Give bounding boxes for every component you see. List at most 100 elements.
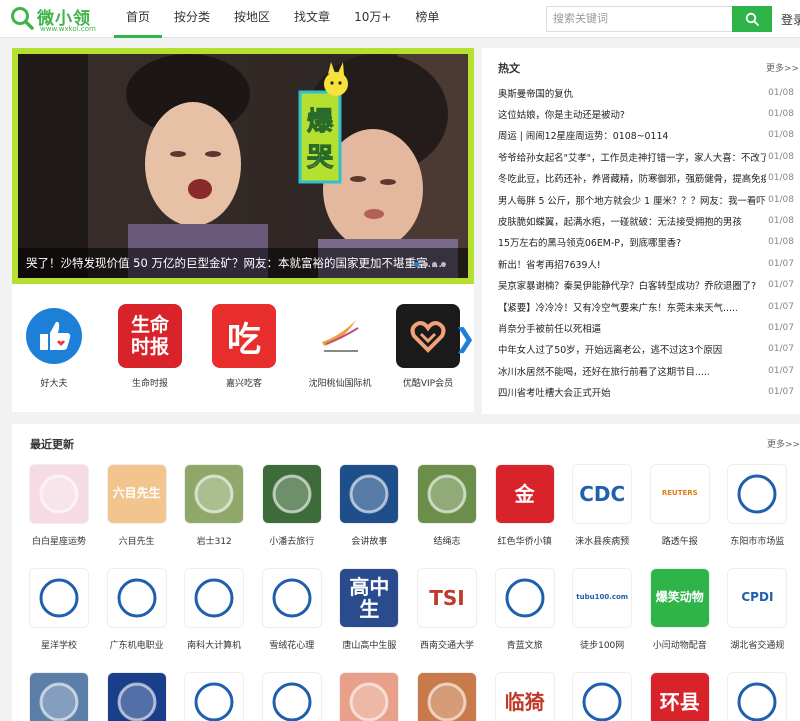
account-item[interactable]: 小潘去旅行 bbox=[253, 464, 331, 547]
account-item[interactable]: 生命时报 生命时报 bbox=[110, 304, 190, 389]
list-item[interactable]: 【紧要】冷冷冷！又有冷空气要来广东！东莞未来天气..... 01/07 bbox=[498, 296, 794, 317]
list-item[interactable]: 周运 | 闹闹12星座周运势：0108~0114 01/08 bbox=[498, 125, 794, 146]
featured-card: 爆 哭 哭了！沙特发现价值 50 万亿的巨型金矿？网友：本就富裕的国家更加不堪重… bbox=[12, 48, 476, 412]
carousel-dot[interactable] bbox=[414, 262, 419, 267]
nav-region[interactable]: 按地区 bbox=[222, 0, 282, 38]
account-item[interactable]: 吃 嘉兴吃客 bbox=[204, 304, 284, 389]
account-name: 南科大计算机 bbox=[187, 641, 242, 651]
interior-photo bbox=[417, 672, 477, 721]
list-item[interactable]: 中年女人过了50岁，开始远离老公，逃不过这3个原因 01/07 bbox=[498, 339, 794, 360]
nav-ranking[interactable]: 榜单 bbox=[403, 0, 451, 38]
account-item[interactable] bbox=[98, 672, 176, 721]
account-item[interactable] bbox=[718, 672, 796, 721]
thumbs-up-icon bbox=[22, 304, 86, 368]
account-item[interactable]: CPDI 湖北省交通规 bbox=[718, 568, 796, 651]
list-item[interactable]: 冬吃此豆，比药还补，养肾藏精，防寒御邪，强筋健骨，提高免疫力 01/08 bbox=[498, 168, 794, 189]
account-item[interactable]: 结绳志 bbox=[408, 464, 486, 547]
circle-logo bbox=[494, 568, 555, 628]
account-item[interactable]: 南科大计算机 bbox=[175, 568, 253, 651]
logo-text: 高中生 bbox=[349, 575, 390, 621]
account-item[interactable]: 星洋学校 bbox=[20, 568, 98, 651]
search-button[interactable] bbox=[732, 6, 772, 32]
login-link[interactable]: 登录 bbox=[781, 11, 800, 28]
account-item[interactable]: 岩士312 bbox=[175, 464, 253, 547]
account-item[interactable]: 白白星座运势 bbox=[20, 464, 98, 547]
account-item[interactable] bbox=[408, 672, 486, 721]
list-item[interactable]: 皮肤脆如蝶翼，起满水疱，一碰就破：无法接受拥抱的男孩 01/08 bbox=[498, 210, 794, 231]
account-item[interactable] bbox=[563, 672, 641, 721]
carousel-dot[interactable] bbox=[432, 262, 437, 267]
nav-100k[interactable]: 10万+ bbox=[342, 0, 403, 38]
school-emblem bbox=[29, 568, 89, 628]
account-name: 六目先生 bbox=[118, 537, 155, 547]
nav-home[interactable]: 首页 bbox=[114, 0, 163, 38]
account-item[interactable] bbox=[175, 672, 253, 721]
list-item[interactable]: 吴京家暴谢楠？秦昊伊能静代孕？白客转型成功？乔欣退圈了? 01/07 bbox=[498, 275, 794, 296]
account-item[interactable]: 临猗 bbox=[486, 672, 564, 721]
account-item[interactable]: 广东机电职业 bbox=[98, 568, 176, 651]
account-name: 小闫动物配音 bbox=[652, 641, 707, 651]
list-item[interactable]: 冰川水居然不能喝，还好在旅行前看了这期节目..... 01/07 bbox=[498, 360, 794, 381]
ff-logo bbox=[184, 672, 245, 721]
logo-text: TSI bbox=[429, 586, 465, 610]
account-item[interactable]: 青蓝文旅 bbox=[486, 568, 564, 651]
account-item[interactable]: 环县 bbox=[641, 672, 719, 721]
list-item[interactable]: 肖奈分手被前任以死相逼 01/07 bbox=[498, 317, 794, 338]
red-card-logo: 临猗 bbox=[494, 672, 555, 721]
account-item[interactable]: 会讲故事 bbox=[330, 464, 408, 547]
hot-more-link[interactable]: 更多>> bbox=[766, 61, 799, 74]
account-item[interactable]: 金红色华侨小镇 bbox=[486, 464, 564, 547]
carousel-dot[interactable] bbox=[423, 262, 428, 267]
account-item[interactable] bbox=[253, 672, 331, 721]
account-item[interactable]: 雪绒花心理 bbox=[253, 568, 331, 651]
account-name: 小潘去旅行 bbox=[269, 537, 315, 547]
list-item[interactable]: 这位姑娘，你是主动还是被动? 01/08 bbox=[498, 103, 794, 124]
account-name: 东阳市市场监 bbox=[730, 537, 785, 547]
banner-carousel[interactable]: 爆 哭 哭了！沙特发现价值 50 万亿的巨型金矿？网友：本就富裕的国家更加不堪重… bbox=[12, 48, 474, 284]
list-item[interactable]: 爷爷给孙女起名"艾孝"，工作员走神打错一字，家人大喜：不改了 01/08 bbox=[498, 146, 794, 167]
red-seal-logo: 金 bbox=[494, 464, 555, 524]
main-nav: 首页 按分类 按地区 找文章 10万+ 榜单 bbox=[114, 0, 451, 38]
logo-text: 临猗 bbox=[504, 690, 545, 714]
carousel-dot[interactable] bbox=[441, 262, 446, 267]
list-item[interactable]: 男人每胖 5 公斤，那个地方就会少 1 厘米？？？网友：我一看吓了一跳 01/08 bbox=[498, 189, 794, 210]
nav-articles[interactable]: 找文章 bbox=[282, 0, 342, 38]
banner-image: 爆 哭 哭了！沙特发现价值 50 万亿的巨型金矿？网友：本就富裕的国家更加不堪重… bbox=[18, 54, 468, 278]
search-icon bbox=[745, 12, 759, 26]
banner-caption[interactable]: 哭了！沙特发现价值 50 万亿的巨型金矿？网友：本就富裕的国家更加不堪重富...… bbox=[18, 248, 468, 278]
account-name: 岩士312 bbox=[196, 537, 232, 547]
chi-logo: 吃 bbox=[212, 304, 276, 368]
list-item[interactable]: 四川省考吐槽大会正式开始 01/07 bbox=[498, 381, 794, 402]
chevron-right-icon[interactable]: ❯ bbox=[454, 324, 476, 354]
account-name: 生命时报 bbox=[131, 379, 168, 389]
list-item[interactable]: 新出！省考再招7639人! 01/07 bbox=[498, 253, 794, 274]
account-item[interactable]: REUTERS 路透午报 bbox=[641, 464, 719, 547]
account-item[interactable]: CDC 涞水县疾病预 bbox=[563, 464, 641, 547]
site-logo[interactable]: 微小领 www.wxkol.com bbox=[10, 4, 110, 34]
list-item[interactable]: 奥斯曼帝国的复仇 01/08 bbox=[498, 82, 794, 103]
account-item[interactable]: 沈阳桃仙国际机 bbox=[300, 304, 380, 389]
univ-emblem bbox=[184, 568, 245, 628]
search-input[interactable]: 搜索关键词 bbox=[546, 6, 732, 32]
recent-more-link[interactable]: 更多>> bbox=[767, 437, 800, 450]
nav-category[interactable]: 按分类 bbox=[162, 0, 222, 38]
account-item[interactable] bbox=[20, 672, 98, 721]
logo-text: 六目先生 bbox=[112, 486, 161, 501]
account-item[interactable]: 爆笑动物 小闫动物配音 bbox=[641, 568, 719, 651]
list-item[interactable]: 15万左右的黑马领克06EM-P，到底哪里香? 01/08 bbox=[498, 232, 794, 253]
panda-photo bbox=[261, 464, 322, 524]
college-emblem bbox=[106, 568, 167, 628]
account-item[interactable]: tubu100.com 徒步100网 bbox=[563, 568, 641, 651]
account-item[interactable]: 高中生 唐山高中生服 bbox=[330, 568, 408, 651]
account-name: 青蓝文旅 bbox=[506, 641, 543, 651]
police-badge bbox=[106, 672, 167, 721]
account-name: 唐山高中生服 bbox=[342, 641, 397, 651]
airport-logo bbox=[308, 304, 372, 368]
account-item[interactable]: TSI 西南交通大学 bbox=[408, 568, 486, 651]
account-item[interactable]: 东阳市市场监 bbox=[718, 464, 796, 547]
account-item[interactable]: 六目先生 六目先生 bbox=[98, 464, 176, 547]
account-item[interactable]: 好大夫 bbox=[14, 304, 94, 389]
account-item[interactable] bbox=[330, 672, 408, 721]
tsi-logo: TSI bbox=[417, 568, 477, 628]
logo-text: 环县 bbox=[659, 690, 700, 714]
